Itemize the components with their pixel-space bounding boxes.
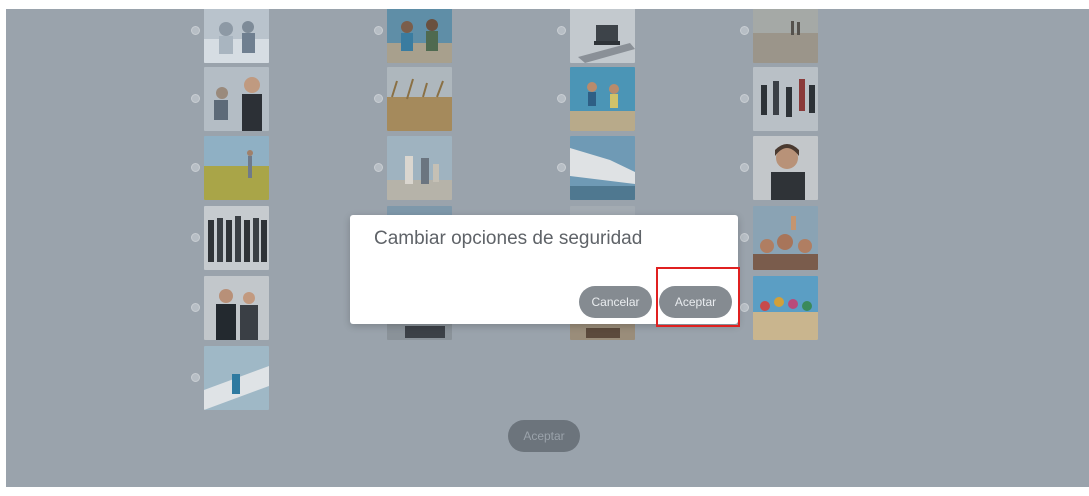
image-option[interactable] (374, 67, 456, 131)
option-radio[interactable] (374, 163, 383, 172)
image-option[interactable] (191, 67, 273, 131)
image-option[interactable] (740, 9, 822, 63)
image-option[interactable] (557, 67, 639, 131)
photo-business-woman-smiling-icon (204, 67, 269, 131)
option-radio[interactable] (740, 163, 749, 172)
option-radio[interactable] (740, 26, 749, 35)
photo-woman-on-phone-icon (753, 136, 818, 200)
image-option[interactable] (191, 206, 273, 270)
image-option[interactable] (740, 206, 822, 270)
photo-business-team-jumping-icon (753, 67, 818, 131)
image-option[interactable] (191, 136, 273, 200)
photo-cruise-ship-icon (570, 136, 635, 200)
photo-office-meeting-icon (204, 9, 269, 63)
dialog-title: Cambiar opciones de seguridad (374, 228, 643, 249)
photo-business-group-standing-icon (204, 206, 269, 270)
image-option[interactable] (557, 9, 639, 63)
photo-beach-friends-icon (387, 9, 452, 63)
option-radio[interactable] (740, 233, 749, 242)
option-radio[interactable] (557, 163, 566, 172)
image-option[interactable] (374, 9, 456, 63)
option-radio[interactable] (740, 94, 749, 103)
submit-button[interactable]: Aceptar (508, 420, 580, 452)
image-option[interactable] (191, 9, 273, 63)
option-radio[interactable] (374, 26, 383, 35)
photo-laptop-desk-icon (570, 9, 635, 63)
photo-beach-couple-walking-icon (753, 9, 818, 63)
image-option[interactable] (740, 136, 822, 200)
image-option[interactable] (557, 136, 639, 200)
option-radio[interactable] (191, 26, 200, 35)
photo-family-beach-sky-icon (387, 136, 452, 200)
photo-people-jumping-sky-icon (570, 67, 635, 131)
image-option[interactable] (740, 276, 822, 340)
option-radio[interactable] (191, 303, 200, 312)
option-radio[interactable] (374, 94, 383, 103)
option-radio[interactable] (191, 373, 200, 382)
photo-woman-in-field-icon (204, 136, 269, 200)
photo-wheat-field-icon (387, 67, 452, 131)
photo-crowd-thumbs-up-icon (753, 206, 818, 270)
image-option[interactable] (740, 67, 822, 131)
image-option[interactable] (191, 276, 273, 340)
option-radio[interactable] (557, 94, 566, 103)
photo-business-handshake-icon (204, 276, 269, 340)
option-radio[interactable] (191, 94, 200, 103)
option-radio[interactable] (191, 233, 200, 242)
option-radio[interactable] (740, 303, 749, 312)
image-option[interactable] (191, 346, 273, 410)
option-radio[interactable] (191, 163, 200, 172)
photo-colorful-crowd-beach-icon (753, 276, 818, 340)
photo-woman-on-yacht-icon (204, 346, 269, 410)
cancel-button[interactable]: Cancelar (579, 286, 652, 318)
image-option[interactable] (374, 136, 456, 200)
highlight-box (656, 267, 740, 327)
option-radio[interactable] (557, 26, 566, 35)
